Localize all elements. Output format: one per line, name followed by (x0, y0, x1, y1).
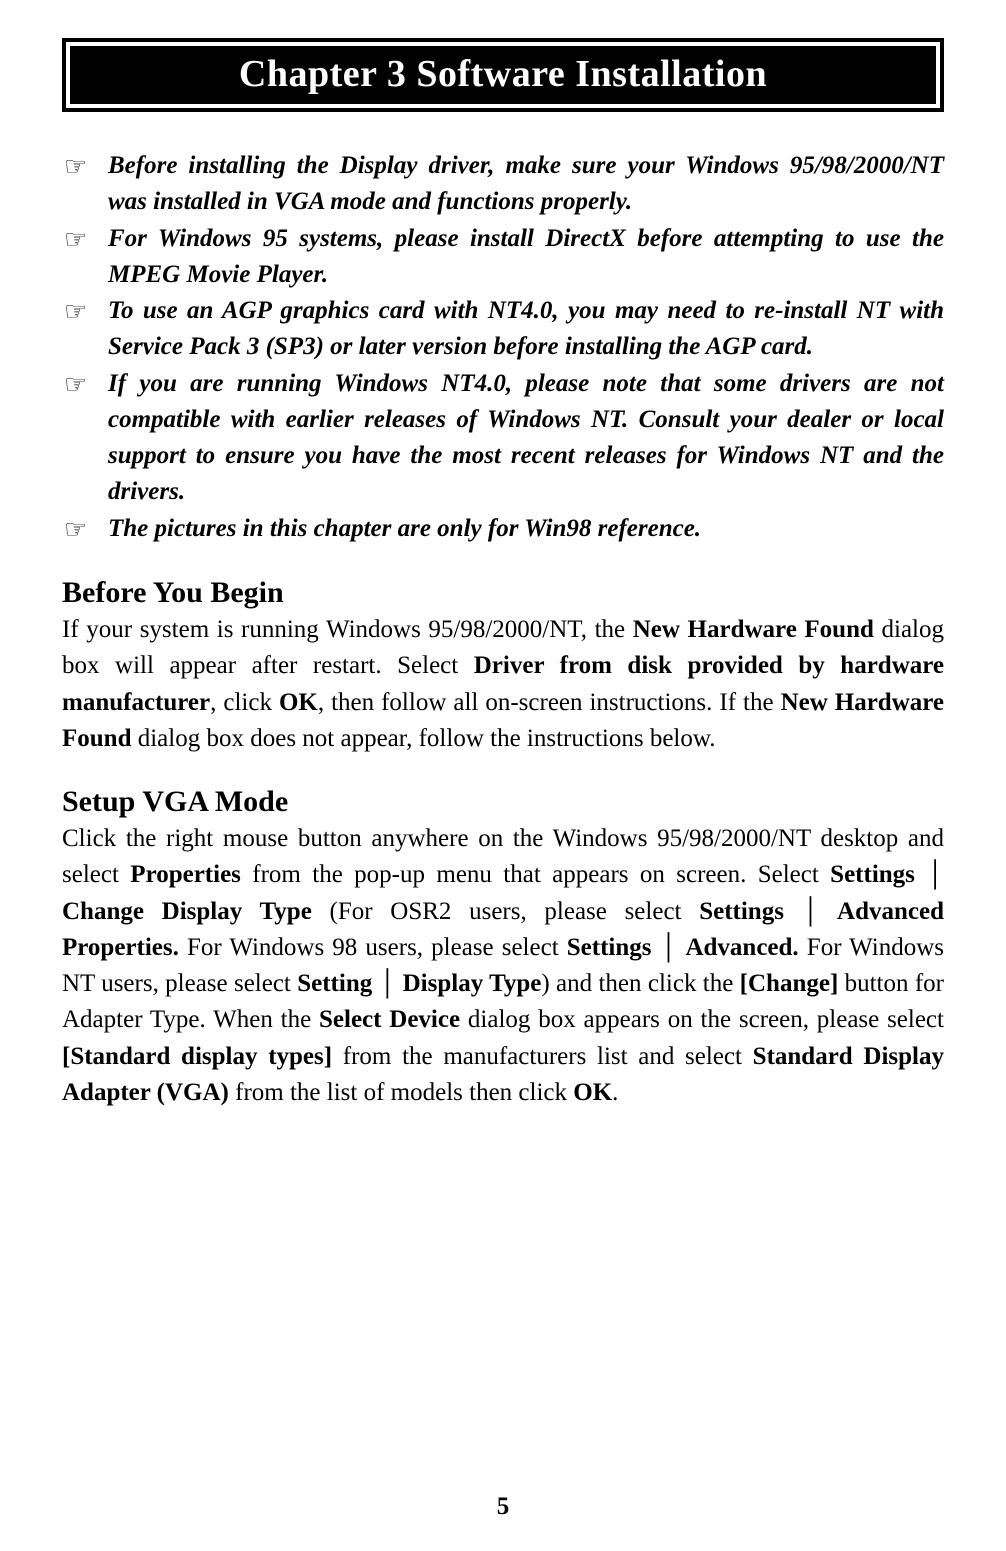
bold-run: Setting (297, 970, 372, 997)
page-number: 5 (0, 1493, 1006, 1521)
note-text: Before installing the Display driver, ma… (108, 148, 944, 221)
before-you-begin-paragraph: If your system is running Windows 95/98/… (62, 612, 944, 757)
note-text: To use an AGP graphics card with NT4.0, … (108, 293, 944, 366)
important-notes-list: ☞ Before installing the Display driver, … (62, 148, 944, 548)
bold-run: Change Display Type (62, 898, 312, 925)
chapter-title: Chapter 3 Software Installation (70, 46, 936, 104)
bold-run: Settings (699, 898, 784, 925)
bold-run: OK (279, 689, 318, 716)
chapter-title-frame: Chapter 3 Software Installation (62, 38, 944, 112)
text-run: dialog box appears on the screen, please… (460, 1006, 944, 1033)
list-item: ☞ Before installing the Display driver, … (62, 148, 944, 221)
section-heading-setup-vga-mode: Setup VGA Mode (62, 785, 944, 819)
bold-run: Settings (830, 861, 915, 888)
text-run: dialog box does not appear, follow the i… (131, 725, 715, 752)
text-run: from the pop-up menu that appears on scr… (241, 861, 830, 888)
list-item: ☞ For Windows 95 systems, please install… (62, 221, 944, 294)
text-run: , then follow all on-screen instructions… (318, 689, 781, 716)
bold-run: Advanced. (685, 934, 798, 961)
note-text: For Windows 95 systems, please install D… (108, 221, 944, 294)
text-run: (For OSR2 users, please select (312, 898, 699, 925)
bold-run: New Hardware Found (633, 616, 874, 643)
pointing-hand-icon: ☞ (62, 511, 108, 549)
list-item: ☞ If you are running Windows NT4.0, plea… (62, 366, 944, 511)
bold-run: OK (573, 1079, 612, 1106)
bold-run: Properties (130, 861, 241, 888)
bold-run: [Change] (740, 970, 839, 997)
text-run: If your system is running Windows 95/98/… (62, 616, 633, 643)
pointing-hand-icon: ☞ (62, 221, 108, 259)
note-text: The pictures in this chapter are only fo… (108, 511, 944, 547)
bold-run: Settings (567, 934, 652, 961)
separator-icon: │ (652, 934, 686, 961)
list-item: ☞ To use an AGP graphics card with NT4.0… (62, 293, 944, 366)
bold-run: Display Type (403, 970, 542, 997)
text-run: from the list of models then click (229, 1079, 573, 1106)
text-run: from the manufacturers list and select (332, 1043, 753, 1070)
separator-icon: │ (784, 898, 837, 925)
text-run: , click (210, 689, 279, 716)
bold-run: Select Device (319, 1006, 460, 1033)
pointing-hand-icon: ☞ (62, 293, 108, 331)
text-run: For Windows 98 users, please select (179, 934, 567, 961)
section-heading-before-you-begin: Before You Begin (62, 576, 944, 610)
bold-run: [Standard display types] (62, 1043, 332, 1070)
separator-icon: │ (915, 861, 944, 888)
pointing-hand-icon: ☞ (62, 366, 108, 404)
note-text: If you are running Windows NT4.0, please… (108, 366, 944, 511)
pointing-hand-icon: ☞ (62, 148, 108, 186)
separator-icon: │ (372, 970, 402, 997)
text-run: . (612, 1079, 618, 1106)
list-item: ☞ The pictures in this chapter are only … (62, 511, 944, 549)
text-run: ) and then click the (541, 970, 739, 997)
setup-vga-mode-paragraph: Click the right mouse button anywhere on… (62, 821, 944, 1111)
